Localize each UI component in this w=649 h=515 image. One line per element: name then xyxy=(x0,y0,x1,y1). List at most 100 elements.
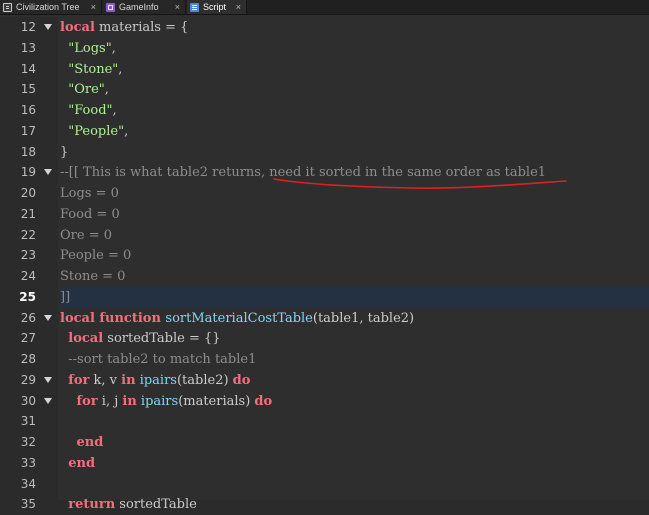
code-token: ipairs xyxy=(140,393,179,409)
line-number: 24 xyxy=(20,269,36,283)
code-text: local sortedTable = {} xyxy=(60,328,649,349)
code-text: Food = 0 xyxy=(60,204,649,225)
line-gutter: 12 xyxy=(0,17,58,38)
line-gutter: 14 xyxy=(0,58,58,80)
code-text: People = 0 xyxy=(60,245,649,266)
code-token: end xyxy=(68,455,96,471)
line-gutter: 20 xyxy=(0,183,58,204)
line-number: 32 xyxy=(20,435,36,449)
fold-arrow-icon[interactable] xyxy=(44,376,52,383)
code-line[interactable]: 15 "Ore", xyxy=(0,79,649,101)
code-text: end xyxy=(60,432,649,453)
code-token: sortMaterialCostTable xyxy=(165,310,313,326)
code-token: (table2) xyxy=(176,372,233,388)
tab-gameinfo[interactable]: GameInfo × xyxy=(103,0,186,14)
line-gutter: 34 xyxy=(0,473,58,495)
code-token: } xyxy=(60,144,69,160)
code-line[interactable]: 17 "People", xyxy=(0,120,649,142)
line-gutter: 16 xyxy=(0,100,58,121)
code-token: People = 0 xyxy=(60,248,132,264)
fold-arrow-icon[interactable] xyxy=(44,24,52,30)
code-token: in xyxy=(122,393,137,409)
line-gutter: 15 xyxy=(0,79,58,101)
code-token: , xyxy=(112,103,117,118)
code-line[interactable]: 32 end xyxy=(0,432,649,453)
line-gutter: 18 xyxy=(0,141,58,163)
module-script-icon xyxy=(106,2,115,12)
code-token: "Stone" xyxy=(68,61,119,77)
fold-arrow-icon[interactable] xyxy=(44,314,52,321)
line-gutter: 24 xyxy=(0,266,58,287)
code-token: do xyxy=(232,372,251,388)
code-line[interactable]: 28 --sort table2 to match table1 xyxy=(0,349,649,370)
code-line[interactable]: 22 Ore = 0 xyxy=(0,224,649,246)
code-token: Stone = 0 xyxy=(60,269,126,284)
code-token: i, j xyxy=(97,393,123,409)
code-line[interactable]: 29 for k, v in ipairs(table2) do xyxy=(0,369,649,391)
code-line[interactable]: 21 Food = 0 xyxy=(0,203,649,225)
code-token: "Ore" xyxy=(68,82,105,98)
code-line[interactable]: 35 return sortedTable xyxy=(0,494,649,515)
code-line[interactable]: 26 local function sortMaterialCostTable(t… xyxy=(0,307,649,329)
code-text: local function sortMaterialCostTable(tab… xyxy=(60,308,649,329)
code-token: "People" xyxy=(68,123,125,139)
line-number: 28 xyxy=(20,352,36,366)
code-token: , xyxy=(104,82,109,98)
line-number: 35 xyxy=(20,497,36,512)
code-text: Stone = 0 xyxy=(60,266,649,287)
code-line[interactable]: 16 "Food", xyxy=(0,100,649,121)
code-line[interactable]: 25]] xyxy=(0,286,649,308)
line-number: 19 xyxy=(20,165,36,180)
line-number: 13 xyxy=(20,40,36,55)
line-number: 30 xyxy=(20,393,36,408)
line-number: 31 xyxy=(20,414,36,429)
close-icon[interactable]: × xyxy=(175,2,180,12)
line-gutter: 28 xyxy=(0,349,58,370)
code-token: local xyxy=(68,331,104,347)
close-icon[interactable]: × xyxy=(236,2,241,12)
code-text: "People", xyxy=(60,121,649,142)
code-token: for xyxy=(76,393,98,409)
line-gutter: 25 xyxy=(0,286,58,308)
code-text: Ore = 0 xyxy=(60,225,649,246)
code-line[interactable]: 23 People = 0 xyxy=(0,245,649,267)
code-line[interactable]: 13 "Logs", xyxy=(0,37,649,59)
tab-script[interactable]: Script × xyxy=(187,0,247,14)
fold-arrow-icon[interactable] xyxy=(44,169,52,176)
code-line[interactable]: 27 local sortedTable = {} xyxy=(0,328,649,350)
code-token: ]] xyxy=(60,289,71,305)
code-token: "Logs" xyxy=(68,40,112,56)
code-line[interactable]: 34 xyxy=(0,473,649,495)
code-text: for k, v in ipairs(table2) do xyxy=(60,370,649,391)
line-number: 25 xyxy=(19,289,36,304)
code-token: --sort table2 to match table1 xyxy=(68,352,257,367)
code-token: ipairs xyxy=(139,372,177,388)
line-gutter: 21 xyxy=(0,203,58,225)
line-number: 14 xyxy=(20,61,36,76)
code-line[interactable]: 18} xyxy=(0,141,649,163)
code-line[interactable]: 33 end xyxy=(0,452,649,474)
line-gutter: 35 xyxy=(0,494,58,515)
code-token: Food = 0 xyxy=(60,206,120,222)
line-number: 34 xyxy=(20,476,36,491)
tab-label: GameInfo xyxy=(119,2,159,12)
code-line[interactable]: 12 local materials = { xyxy=(0,17,649,38)
code-token: in xyxy=(121,372,136,388)
fold-arrow-icon[interactable] xyxy=(44,397,52,404)
tab-civilization-tree[interactable]: Civilization Tree × xyxy=(0,0,102,14)
code-token: sortedTable = {} xyxy=(103,331,221,347)
code-line[interactable]: 24 Stone = 0 xyxy=(0,266,649,287)
code-text: return sortedTable xyxy=(60,494,649,515)
line-number: 21 xyxy=(20,206,36,221)
code-token: (table1, table2) xyxy=(312,310,415,326)
line-gutter: 33 xyxy=(0,452,58,474)
tab-bar: Civilization Tree × GameInfo × Script × xyxy=(0,0,649,15)
code-line[interactable]: 14 "Stone", xyxy=(0,58,649,80)
code-editor[interactable]: 12 local materials = {13 "Logs", 14 "Stone… xyxy=(0,15,649,515)
line-number: 22 xyxy=(20,227,36,242)
line-number: 26 xyxy=(20,310,36,325)
close-icon[interactable]: × xyxy=(91,2,96,12)
code-line[interactable]: 30 for i, j in ipairs(materials) do xyxy=(0,390,649,412)
code-line[interactable]: 31 xyxy=(0,411,649,433)
